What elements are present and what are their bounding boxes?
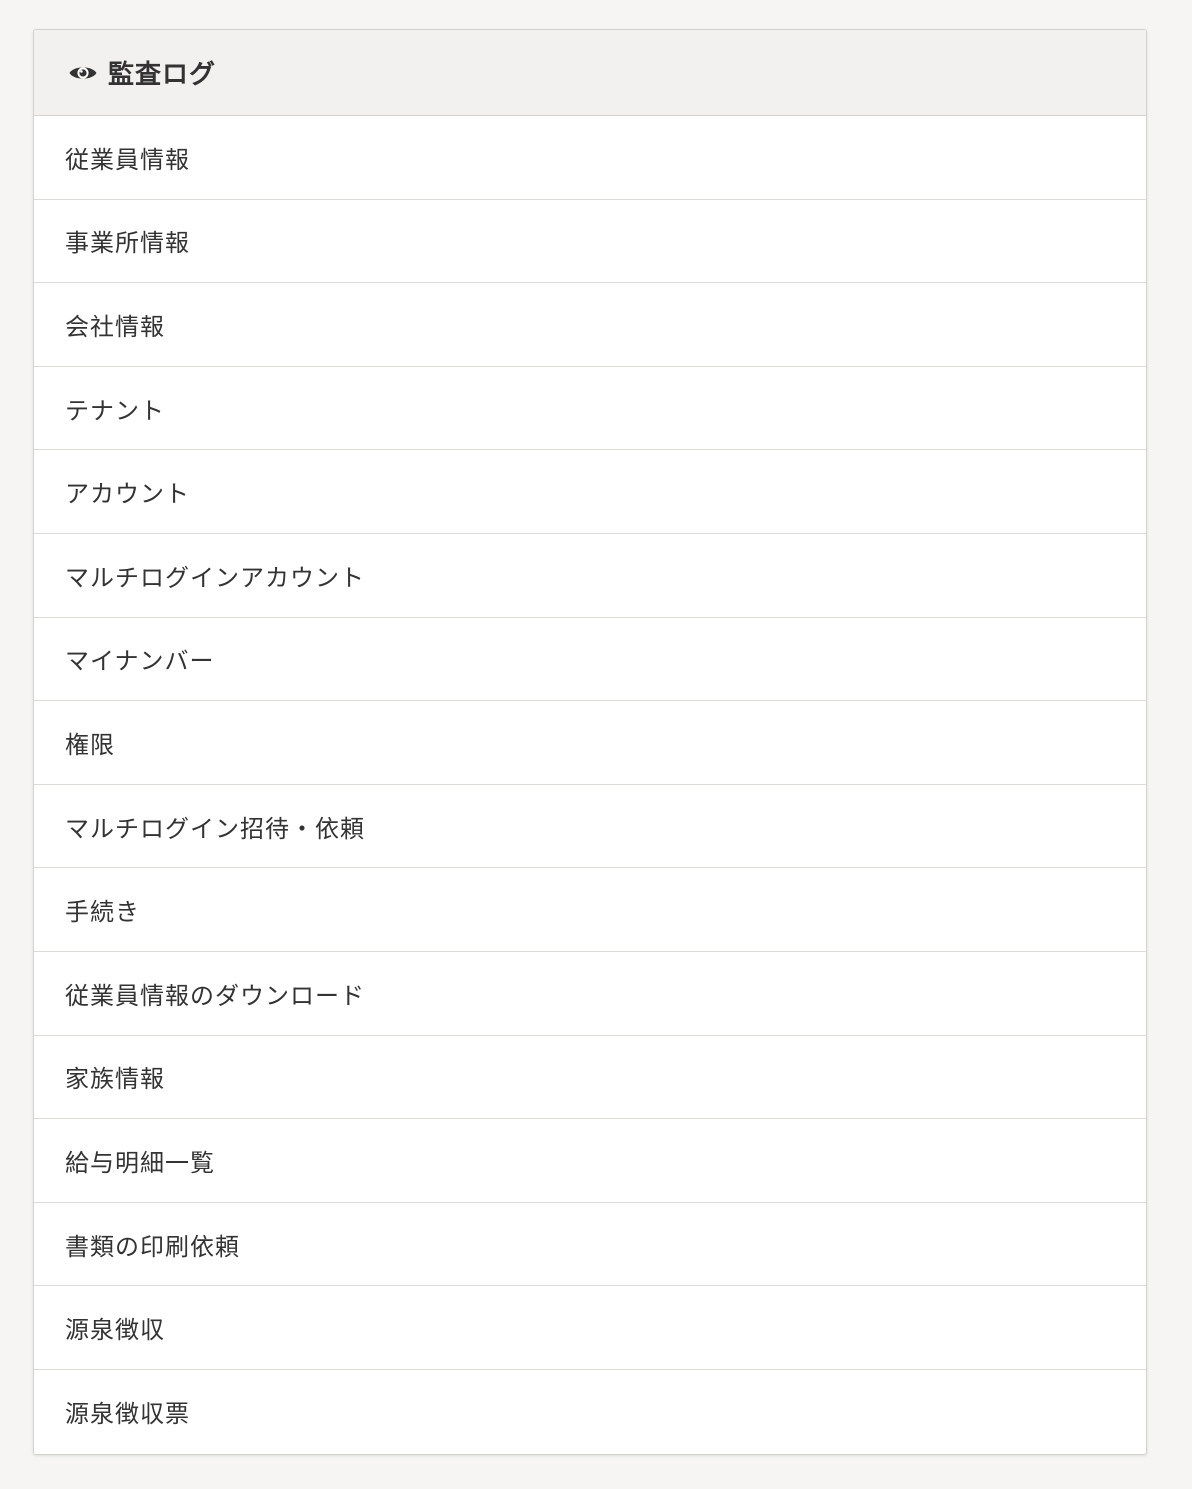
audit-log-panel: 監査ログ 従業員情報事業所情報会社情報テナントアカウントマルチログインアカウント… bbox=[33, 29, 1147, 1455]
list-item-label: マルチログイン招待・依頼 bbox=[65, 814, 365, 843]
list-item-label: アカウント bbox=[65, 480, 190, 509]
list-item-label: 事業所情報 bbox=[65, 229, 190, 258]
list-item-label: 書類の印刷依頼 bbox=[65, 1232, 240, 1261]
list-item[interactable]: 源泉徴収票 bbox=[34, 1370, 1146, 1454]
list-item[interactable]: 給与明細一覧 bbox=[34, 1119, 1146, 1203]
list-item-label: 権限 bbox=[65, 730, 115, 759]
list-item-label: 手続き bbox=[65, 898, 140, 927]
list-item-label: 会社情報 bbox=[65, 312, 165, 341]
list-item[interactable]: 源泉徴収 bbox=[34, 1286, 1146, 1370]
list-item-label: マイナンバー bbox=[65, 647, 215, 676]
list-item-label: 給与明細一覧 bbox=[65, 1148, 215, 1177]
list-item[interactable]: 手続き bbox=[34, 868, 1146, 952]
list-item[interactable]: 従業員情報のダウンロード bbox=[34, 952, 1146, 1036]
list-item[interactable]: アカウント bbox=[34, 450, 1146, 534]
panel-header: 監査ログ bbox=[34, 30, 1146, 116]
list-item-label: 源泉徴収票 bbox=[65, 1400, 190, 1429]
list-item-label: 従業員情報 bbox=[65, 145, 190, 174]
list-item[interactable]: 権限 bbox=[34, 701, 1146, 785]
list-item-label: マルチログインアカウント bbox=[65, 563, 365, 592]
list-item[interactable]: 書類の印刷依頼 bbox=[34, 1203, 1146, 1287]
list-item[interactable]: マイナンバー bbox=[34, 618, 1146, 702]
list-item-label: 家族情報 bbox=[65, 1065, 165, 1094]
list-item[interactable]: 家族情報 bbox=[34, 1036, 1146, 1120]
eye-icon bbox=[68, 62, 98, 84]
list-item-label: 源泉徴収 bbox=[65, 1316, 165, 1345]
list-item[interactable]: テナント bbox=[34, 367, 1146, 451]
list-item[interactable]: マルチログイン招待・依頼 bbox=[34, 785, 1146, 869]
list-item-label: 従業員情報のダウンロード bbox=[65, 981, 365, 1010]
audit-log-list: 従業員情報事業所情報会社情報テナントアカウントマルチログインアカウント マイナンバ… bbox=[34, 116, 1146, 1454]
list-item[interactable]: 従業員情報 bbox=[34, 116, 1146, 200]
list-item[interactable]: マルチログインアカウント bbox=[34, 534, 1146, 618]
list-item[interactable]: 事業所情報 bbox=[34, 200, 1146, 284]
list-item-label: テナント bbox=[65, 396, 165, 425]
list-item[interactable]: 会社情報 bbox=[34, 283, 1146, 367]
panel-title: 監査ログ bbox=[108, 60, 217, 90]
